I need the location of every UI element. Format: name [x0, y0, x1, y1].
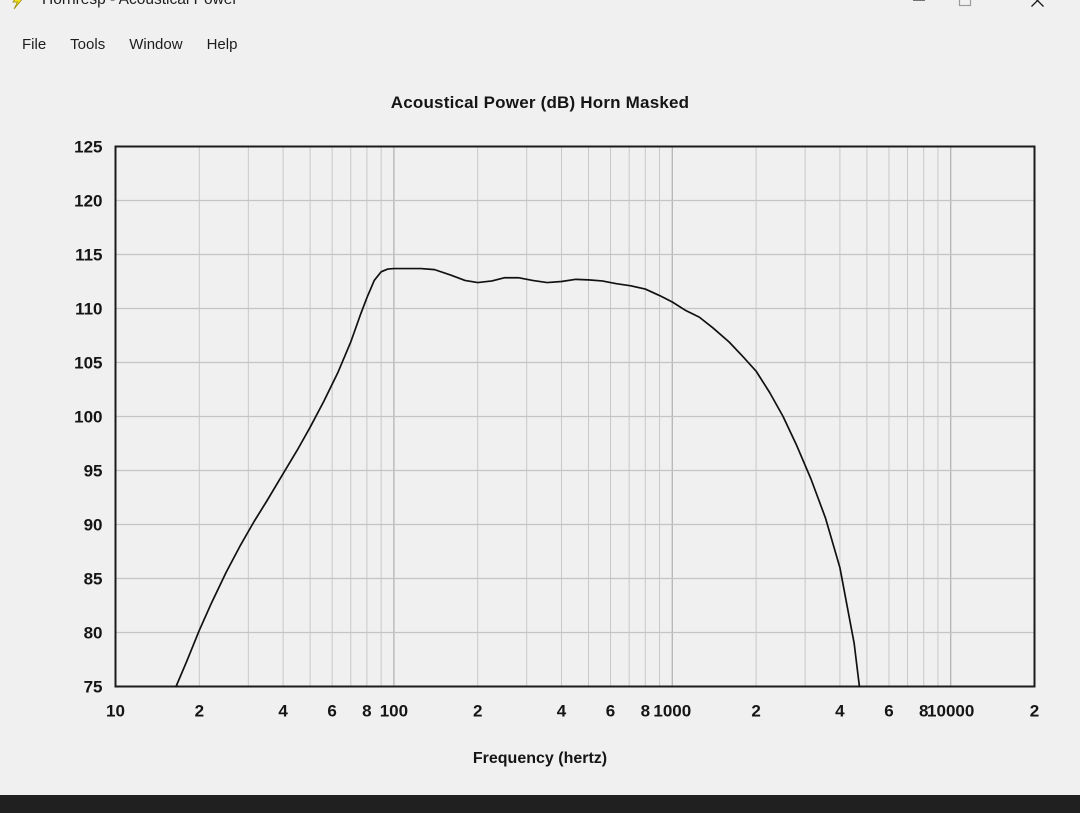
y-tick-label: 85	[84, 570, 103, 589]
x-tick-label: 2	[1030, 702, 1039, 721]
y-tick-label: 110	[75, 300, 102, 319]
hornresp-window: Hornresp - Acoustical Power File Tools W…	[0, 0, 1080, 795]
menu-item-tools[interactable]: Tools	[58, 34, 117, 55]
x-tick-label: 8	[362, 702, 371, 721]
y-tick-label: 100	[74, 408, 102, 427]
x-tick-label: 10	[106, 702, 125, 721]
x-tick-label: 8	[641, 702, 650, 721]
y-tick-label: 80	[84, 624, 103, 643]
os-taskbar-strip	[0, 795, 1080, 813]
x-axis-tick-labels: 10 2 4 6 8 100 2 4 6 8 1000 2 4 6 810000 2	[106, 702, 1039, 721]
menu-item-window[interactable]: Window	[117, 34, 194, 55]
y-tick-label: 115	[75, 246, 102, 265]
x-axis-title: Frequency (hertz)	[472, 750, 608, 767]
x-tick-label: 4	[557, 702, 567, 721]
y-tick-label: 120	[74, 192, 102, 211]
x-tick-label: 4	[835, 702, 845, 721]
title-bar: Hornresp - Acoustical Power	[0, 0, 1080, 18]
x-tick-label: 2	[473, 702, 482, 721]
x-tick-label: 6	[884, 702, 893, 721]
x-tick-label: 2	[195, 702, 204, 721]
data-series-line	[175, 267, 861, 688]
maximize-button[interactable]	[942, 0, 988, 18]
y-tick-label: 90	[84, 516, 103, 535]
lightning-bolt-icon	[8, 0, 30, 11]
x-tick-label: 6	[606, 702, 615, 721]
y-tick-label: 105	[74, 354, 102, 373]
menu-item-help[interactable]: Help	[195, 34, 250, 55]
major-gridlines-y	[115, 199, 1035, 634]
minimize-button[interactable]	[896, 0, 942, 18]
window-title: Hornresp - Acoustical Power	[42, 0, 238, 9]
y-tick-label: 75	[84, 678, 103, 697]
y-tick-label: 95	[84, 462, 103, 481]
chart-client-area: Acoustical Power (dB) Horn Masked 125 120…	[0, 60, 1080, 795]
menu-item-file[interactable]: File	[10, 34, 58, 55]
x-tick-label: 1000	[653, 702, 691, 721]
y-axis-tick-labels: 125 120 115 110 105 100 95 90 85 80 75	[74, 138, 102, 697]
close-button[interactable]	[1014, 0, 1060, 18]
x-tick-label: 6	[327, 702, 336, 721]
menu-bar: File Tools Window Help	[0, 29, 1080, 59]
y-tick-label: 125	[74, 138, 102, 157]
acoustical-power-chart: 125 120 115 110 105 100 95 90 85 80 75 10 2 4 6 8 100 2 4…	[74, 138, 1039, 721]
x-tick-label: 2	[751, 702, 760, 721]
x-tick-label: 4	[278, 702, 288, 721]
x-tick-label: 10000	[927, 702, 974, 721]
x-tick-label: 100	[380, 702, 408, 721]
